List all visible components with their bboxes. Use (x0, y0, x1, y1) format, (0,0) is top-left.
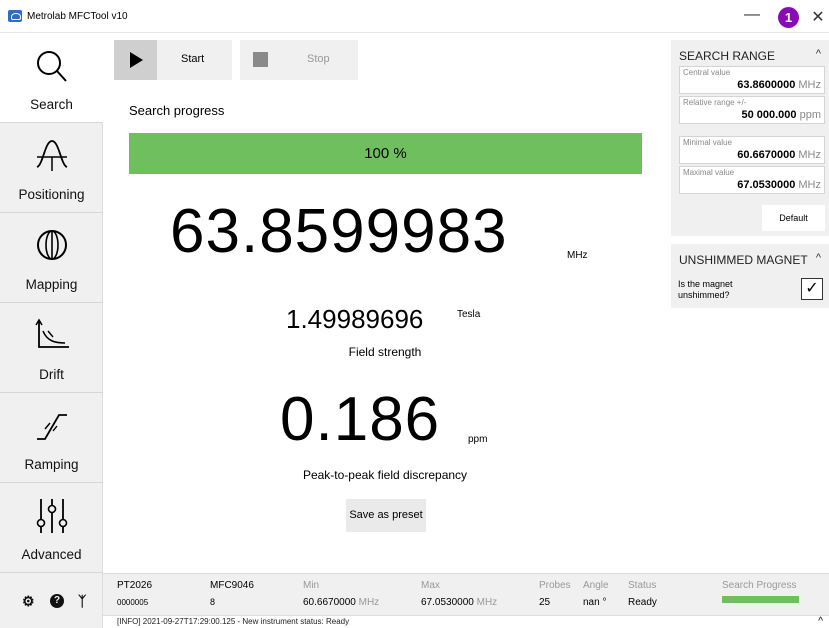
angle-value: nan ° (583, 597, 607, 608)
sidebar-item-label: Mapping (25, 277, 78, 292)
central-value-field[interactable]: Central value 63.8600000 MHz (679, 66, 825, 94)
sidebar-item-mapping[interactable]: Mapping (0, 213, 103, 303)
network-icon[interactable]: ᛉ (78, 593, 86, 609)
progress-text: 100 % (364, 145, 407, 162)
minimize-button[interactable]: — (742, 6, 762, 24)
sidebar-item-label: Search (30, 97, 73, 112)
field-value: 1.49989696 (286, 304, 424, 334)
field-value: 63.8600000 MHz (737, 79, 821, 91)
unshimmed-question: Is the magnet unshimmed? (678, 279, 733, 300)
unshimmed-checkbox[interactable]: ✓ (801, 278, 823, 300)
sidebar-item-label: Drift (39, 367, 64, 382)
min-header: Min (303, 580, 320, 591)
sidebar-item-positioning[interactable]: Positioning (0, 123, 103, 213)
advanced-icon (36, 499, 68, 533)
default-button[interactable]: Default (762, 205, 825, 231)
sidebar-bottom-icons: ⚙ ? ᛉ (0, 573, 103, 628)
stop-button[interactable]: Stop (240, 40, 358, 80)
unshimmed-magnet-panel: UNSHIMMED MAGNET ^ Is the magnet unshimm… (671, 244, 829, 308)
start-label: Start (181, 53, 205, 65)
frequency-unit: MHz (567, 250, 588, 261)
mini-progress-bar (722, 596, 799, 603)
relative-range-field[interactable]: Relative range +/- 50 000.000 ppm (679, 96, 825, 124)
status-header: Status (628, 580, 657, 591)
log-message: [INFO] 2021-09-27T17:29:00.125 - New ins… (117, 617, 350, 626)
max-value: 67.0530000 MHz (421, 597, 498, 608)
field-label: Relative range +/- (683, 98, 747, 107)
field-value: 60.6670000 MHz (737, 149, 821, 161)
close-button[interactable]: ✕ (810, 7, 826, 27)
probe-serial: 0000005 (117, 598, 149, 607)
search-progress-label: Search progress (129, 103, 225, 118)
search-progress-bar: 100 % (129, 133, 642, 174)
ramping-icon (37, 414, 67, 440)
stop-label: Stop (307, 53, 330, 65)
search-range-title: SEARCH RANGE (679, 49, 776, 63)
collapse-chevron-icon[interactable]: ^ (816, 252, 821, 264)
frequency-value: 63.8599983 (170, 197, 508, 266)
search-icon (37, 51, 67, 82)
collapse-chevron-icon[interactable]: ^ (816, 48, 821, 60)
sidebar: Search Positioning Mapping Drift Ramping… (0, 33, 103, 573)
min-value: 60.6670000 MHz (303, 597, 380, 608)
expand-log-chevron-icon[interactable]: ^ (818, 616, 823, 627)
sidebar-item-advanced[interactable]: Advanced (0, 483, 103, 573)
mfc-model: MFC9046 (210, 580, 254, 591)
title-bar: Metrolab MFCTool v10 — 1 ✕ (0, 0, 829, 33)
max-header: Max (421, 580, 440, 591)
gear-icon[interactable]: ⚙ (22, 593, 35, 610)
field-value: 67.0530000 MHz (737, 179, 821, 191)
probes-header: Probes (539, 580, 571, 591)
status-value: Ready (628, 597, 657, 608)
field-label: Central value (683, 68, 731, 77)
annotation-badge: 1 (778, 7, 799, 28)
field-value: 50 000.000 ppm (741, 109, 821, 121)
positioning-icon (36, 140, 68, 171)
window-title: Metrolab MFCTool v10 (27, 11, 128, 22)
angle-header: Angle (583, 580, 609, 591)
start-button[interactable]: Start (114, 40, 232, 80)
save-preset-button[interactable]: Save as preset (346, 499, 426, 532)
mini-progress-fill (722, 596, 799, 603)
sidebar-item-label: Positioning (18, 187, 85, 202)
mapping-icon (37, 230, 67, 260)
mfc-value: 8 (210, 597, 216, 607)
field-unit: Tesla (457, 309, 481, 320)
discrepancy-unit: ppm (468, 434, 488, 445)
help-icon[interactable]: ? (50, 594, 64, 608)
probes-value: 25 (539, 597, 551, 608)
sidebar-item-search[interactable]: Search (0, 33, 103, 123)
search-progress-header: Search Progress (722, 580, 797, 591)
field-label: Maximal value (683, 168, 735, 177)
unshimmed-title: UNSHIMMED MAGNET (679, 253, 808, 267)
status-bar: PT2026 0000005 MFC9046 8 Min 60.6670000 … (103, 573, 829, 615)
log-bar: [INFO] 2021-09-27T17:29:00.125 - New ins… (103, 615, 829, 628)
stop-icon (253, 52, 268, 67)
discrepancy-label: Peak-to-peak field discrepancy (302, 468, 468, 482)
minimal-value-field[interactable]: Minimal value 60.6670000 MHz (679, 136, 825, 164)
app-logo-icon (8, 10, 22, 22)
discrepancy-value: 0.186 (280, 385, 441, 454)
search-range-panel: SEARCH RANGE ^ Central value 63.8600000 … (671, 40, 829, 236)
sidebar-item-label: Advanced (21, 547, 82, 562)
probe-model: PT2026 (117, 580, 153, 591)
field-strength-label: Field strength (348, 345, 422, 359)
field-label: Minimal value (683, 138, 732, 147)
play-icon (114, 40, 157, 80)
maximal-value-field[interactable]: Maximal value 67.0530000 MHz (679, 166, 825, 194)
